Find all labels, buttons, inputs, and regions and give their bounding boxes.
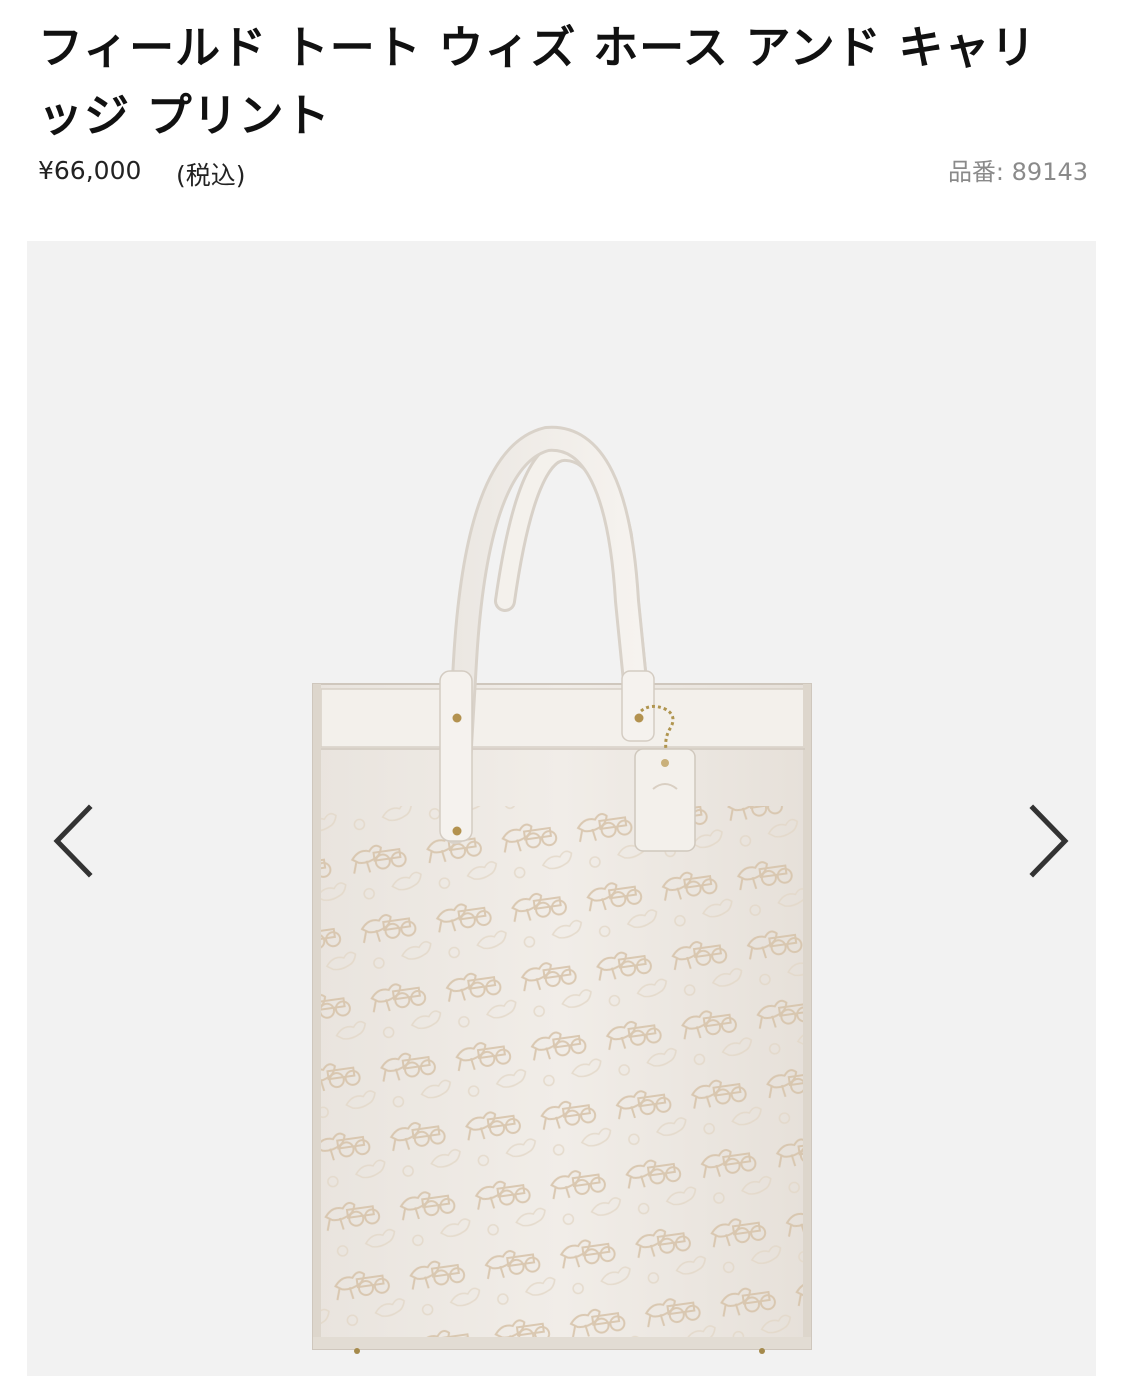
price-row: ¥66,000 (税込) 品番: 89143 <box>38 152 1088 192</box>
tote-bag-image <box>312 425 812 1354</box>
previous-image-button[interactable] <box>45 796 105 886</box>
product-sku: 品番: 89143 <box>947 158 1088 186</box>
product-price: ¥66,000 <box>38 156 142 185</box>
product-page: フィールド トート ウィズ ホース アンド キャリッジ プリント ¥66,000… <box>0 0 1124 1376</box>
next-image-button[interactable] <box>1017 796 1077 886</box>
chevron-left-icon <box>53 804 93 878</box>
product-image-gallery[interactable] <box>27 241 1096 1376</box>
product-title: フィールド トート ウィズ ホース アンド キャリッジ プリント <box>38 21 1037 142</box>
chevron-right-icon <box>1029 804 1069 878</box>
tax-note: (税込) <box>176 161 246 190</box>
